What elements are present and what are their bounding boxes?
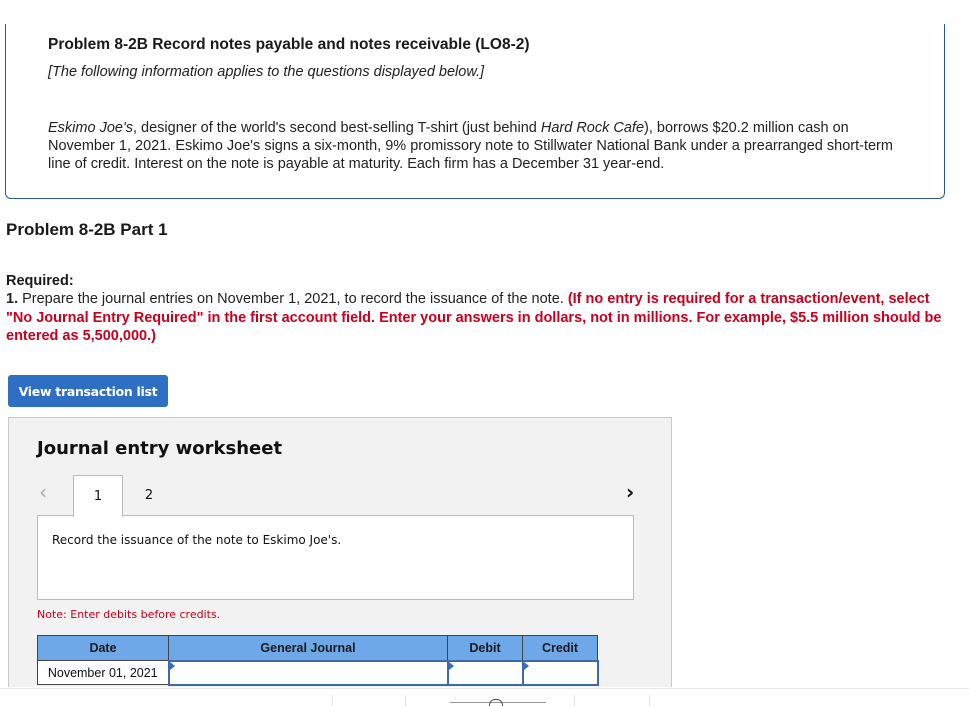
footer-separator (405, 695, 406, 706)
account-input[interactable] (169, 661, 447, 684)
footer-divider (0, 688, 969, 689)
problem-title: Problem 8-2B Record notes payable and no… (48, 36, 530, 53)
worksheet-title: Journal entry worksheet (37, 438, 283, 459)
problem-description: Eskimo Joe's, designer of the world's se… (48, 120, 893, 172)
header-debit: Debit (447, 635, 523, 661)
table-header-row: Date General Journal Debit Credit (37, 635, 598, 661)
header-credit: Credit (522, 635, 598, 661)
input-flag-icon (523, 661, 529, 670)
journal-entry-worksheet: Journal entry worksheet ‹ 1 2 › Record t… (8, 417, 672, 687)
input-flag-icon (448, 661, 454, 670)
chevron-left-icon[interactable]: ‹ (39, 480, 47, 504)
header-date: Date (37, 635, 169, 661)
table-row: November 01, 2021 (37, 659, 599, 686)
required-label: Required: (6, 273, 74, 289)
dropdown-flag-icon (169, 661, 175, 670)
footer-separator (574, 695, 575, 706)
part-title: Problem 8-2B Part 1 (6, 220, 168, 239)
problem-subtitle: [The following information applies to th… (48, 64, 485, 80)
journal-table: Date General Journal Debit Credit Novemb… (37, 635, 599, 686)
debits-note: Note: Enter debits before credits. (37, 608, 221, 621)
chevron-right-icon[interactable]: › (626, 480, 634, 504)
view-transaction-list-button[interactable]: View transaction list (8, 375, 168, 407)
footer-separator (649, 695, 650, 706)
footer-separator (332, 695, 333, 706)
header-general-journal: General Journal (168, 635, 448, 661)
transaction-description-box: Record the issuance of the note to Eskim… (37, 515, 634, 600)
debit-cell[interactable] (446, 659, 524, 686)
credit-cell[interactable] (521, 659, 599, 686)
company-name: Eskimo Joe's (48, 120, 133, 136)
competitor-name: Hard Rock Cafe (540, 120, 645, 136)
date-cell: November 01, 2021 (37, 660, 169, 685)
transaction-description: Record the issuance of the note to Eskim… (52, 533, 342, 547)
footer-icon[interactable] (489, 699, 503, 706)
account-cell[interactable] (167, 659, 449, 686)
debit-input[interactable] (448, 661, 522, 684)
required-text: 1. Prepare the journal entries on Novemb… (6, 291, 942, 344)
tab-2[interactable]: 2 (124, 475, 174, 516)
credit-input[interactable] (523, 661, 597, 684)
tab-1[interactable]: 1 (73, 475, 123, 517)
